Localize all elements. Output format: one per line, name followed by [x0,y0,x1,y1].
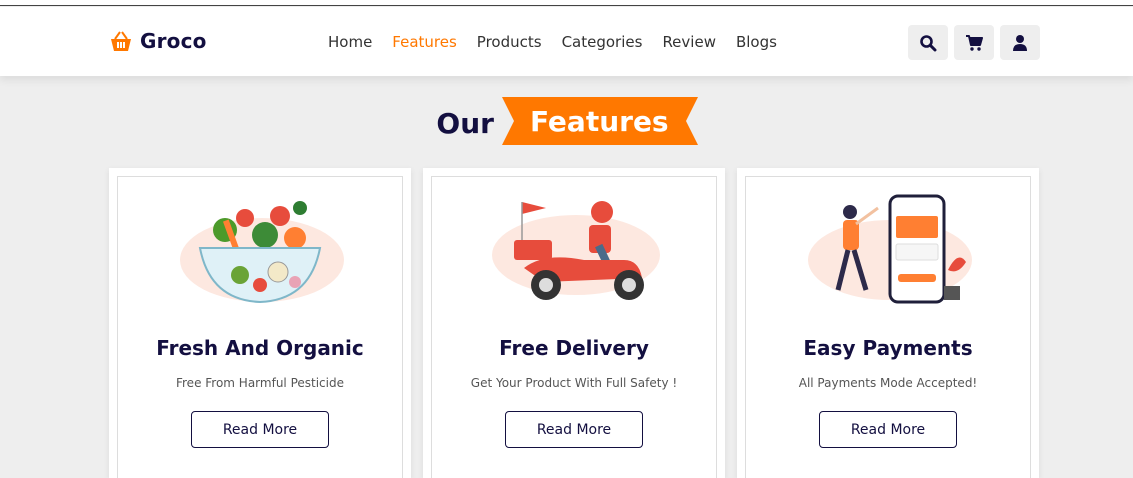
main-nav: Home Features Products Categories Review… [328,33,777,51]
brand-name: Groco [140,29,207,53]
card-title: Free Delivery [499,336,649,360]
card-title: Easy Payments [803,336,973,360]
section-heading: Our Features [0,95,1133,147]
nav-home[interactable]: Home [328,33,372,51]
heading-highlight: Features [529,104,669,138]
heading-ribbon: Features [501,97,698,145]
header-icons [908,25,1040,60]
brand-logo[interactable]: Groco [108,29,207,53]
nav-blogs[interactable]: Blogs [736,33,777,51]
site-header: Groco Home Features Products Categories … [0,7,1133,76]
card-title: Fresh And Organic [156,336,364,360]
feature-card-fresh: Fresh And Organic Free From Harmful Pest… [109,168,411,478]
read-more-button[interactable]: Read More [505,411,643,448]
account-button[interactable] [1000,25,1040,60]
card-text: All Payments Mode Accepted! [798,376,978,390]
search-button[interactable] [908,25,948,60]
vegetable-bowl-illustration [180,201,344,304]
search-icon [920,34,937,51]
delivery-scooter-illustration [492,201,660,300]
browser-top-edge [0,0,1133,6]
basket-icon [111,31,131,51]
feature-card-payments: Easy Payments All Payments Mode Accepted… [737,168,1039,478]
cart-button[interactable] [954,25,994,60]
nav-review[interactable]: Review [662,33,716,51]
nav-categories[interactable]: Categories [562,33,643,51]
features-grid: Fresh And Organic Free From Harmful Pest… [109,168,1039,478]
read-more-button[interactable]: Read More [819,411,957,448]
feature-card-delivery: Free Delivery Get Your Product With Full… [423,168,725,478]
phone-payment-illustration [808,194,972,304]
nav-features[interactable]: Features [392,33,457,51]
cart-icon [966,34,983,51]
card-text: Get Your Product With Full Safety ! [470,376,678,390]
card-text: Free From Harmful Pesticide [175,376,344,390]
heading-plain: Our [436,106,494,140]
nav-products[interactable]: Products [477,33,542,51]
user-icon [1013,34,1027,51]
read-more-button[interactable]: Read More [191,411,329,448]
